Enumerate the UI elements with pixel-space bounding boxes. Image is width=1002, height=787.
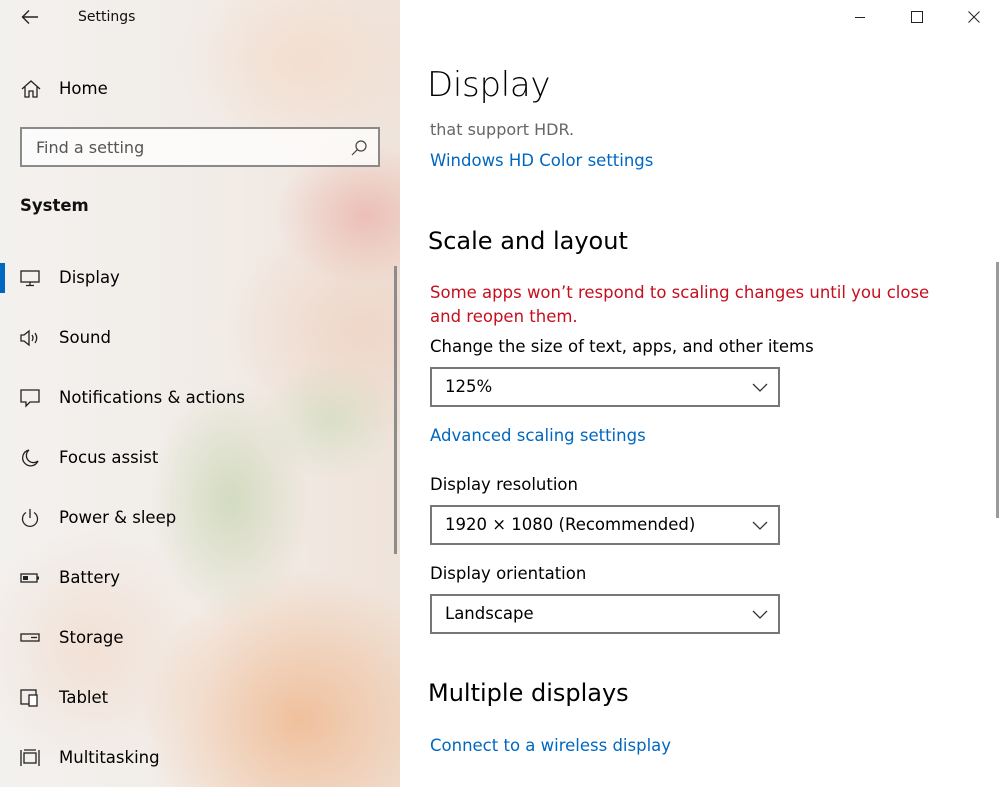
chevron-down-icon bbox=[752, 383, 768, 392]
advanced-scaling-link[interactable]: Advanced scaling settings bbox=[430, 426, 646, 445]
scale-value: 125% bbox=[445, 377, 493, 396]
chevron-down-icon bbox=[752, 521, 768, 530]
back-button[interactable] bbox=[14, 3, 46, 31]
sidebar-item-multitasking[interactable]: Multitasking bbox=[0, 728, 395, 787]
orientation-dropdown[interactable]: Landscape bbox=[430, 594, 780, 634]
sidebar-item-label: Battery bbox=[59, 568, 121, 587]
maximize-icon bbox=[910, 11, 923, 23]
multitasking-icon bbox=[20, 749, 40, 766]
chevron-down-icon bbox=[752, 610, 768, 619]
sidebar-item-sound[interactable]: Sound bbox=[0, 308, 395, 368]
sidebar-item-label: Sound bbox=[59, 328, 111, 347]
close-button[interactable] bbox=[945, 0, 1002, 34]
back-arrow-icon bbox=[21, 10, 38, 24]
monitor-icon bbox=[20, 270, 40, 287]
sidebar-item-tablet[interactable]: Tablet bbox=[0, 668, 395, 728]
moon-icon bbox=[22, 449, 39, 467]
search-box[interactable] bbox=[20, 127, 380, 167]
sidebar-item-display[interactable]: Display bbox=[0, 248, 395, 308]
scale-dropdown[interactable]: 125% bbox=[430, 367, 780, 407]
sidebar-item-label: Notifications & actions bbox=[59, 388, 246, 407]
app-title: Settings bbox=[78, 9, 136, 25]
sidebar-item-notifications[interactable]: Notifications & actions bbox=[0, 368, 395, 428]
sidebar-item-label: Display bbox=[59, 268, 120, 287]
hdr-description-tail: that support HDR. bbox=[430, 120, 575, 139]
sidebar-item-storage[interactable]: Storage bbox=[0, 608, 395, 668]
scaling-warning: Some apps won’t respond to scaling chang… bbox=[430, 283, 930, 326]
section-label-system: System bbox=[20, 196, 89, 215]
orientation-label: Display orientation bbox=[430, 564, 587, 583]
sidebar-item-battery[interactable]: Battery bbox=[0, 548, 395, 608]
maximize-button[interactable] bbox=[888, 0, 945, 34]
resolution-dropdown[interactable]: 1920 × 1080 (Recommended) bbox=[430, 505, 780, 545]
resolution-value: 1920 × 1080 (Recommended) bbox=[445, 515, 696, 534]
sidebar: Settings Home System Display bbox=[0, 0, 400, 787]
text-size-label: Change the size of text, apps, and other… bbox=[430, 337, 814, 356]
speaker-icon bbox=[20, 329, 38, 347]
sidebar-item-label: Storage bbox=[59, 628, 124, 647]
page-title: Display bbox=[427, 65, 551, 105]
close-icon bbox=[967, 11, 980, 23]
content-pane: Display that support HDR. Windows HD Col… bbox=[400, 0, 1002, 787]
notification-icon bbox=[20, 389, 40, 408]
multiple-displays-heading: Multiple displays bbox=[428, 679, 629, 707]
search-input[interactable] bbox=[22, 129, 332, 165]
sidebar-item-label: Multitasking bbox=[59, 748, 160, 767]
home-icon bbox=[21, 80, 41, 98]
wireless-display-link[interactable]: Connect to a wireless display bbox=[430, 736, 671, 755]
minimize-button[interactable] bbox=[831, 0, 888, 34]
sidebar-item-label: Power & sleep bbox=[59, 508, 177, 527]
sidebar-nav: Display Sound Notifications & actions Fo… bbox=[0, 248, 395, 787]
power-icon bbox=[21, 509, 39, 527]
tablet-icon bbox=[20, 689, 38, 707]
sidebar-item-power-sleep[interactable]: Power & sleep bbox=[0, 488, 395, 548]
minimize-icon bbox=[854, 17, 865, 18]
sidebar-scrollbar[interactable] bbox=[394, 266, 397, 554]
window-controls bbox=[831, 0, 1002, 34]
sidebar-item-home[interactable]: Home bbox=[0, 70, 390, 108]
search-icon[interactable] bbox=[350, 139, 368, 157]
battery-icon bbox=[20, 573, 39, 583]
storage-icon bbox=[20, 633, 40, 642]
sidebar-item-label: Home bbox=[59, 79, 108, 98]
sidebar-item-label: Focus assist bbox=[59, 448, 159, 467]
sidebar-item-focus-assist[interactable]: Focus assist bbox=[0, 428, 395, 488]
scale-layout-heading: Scale and layout bbox=[428, 227, 628, 255]
orientation-value: Landscape bbox=[445, 604, 534, 623]
sidebar-item-label: Tablet bbox=[59, 688, 109, 707]
content-scrollbar[interactable] bbox=[996, 262, 999, 518]
hd-color-settings-link[interactable]: Windows HD Color settings bbox=[430, 151, 653, 170]
resolution-label: Display resolution bbox=[430, 475, 578, 494]
